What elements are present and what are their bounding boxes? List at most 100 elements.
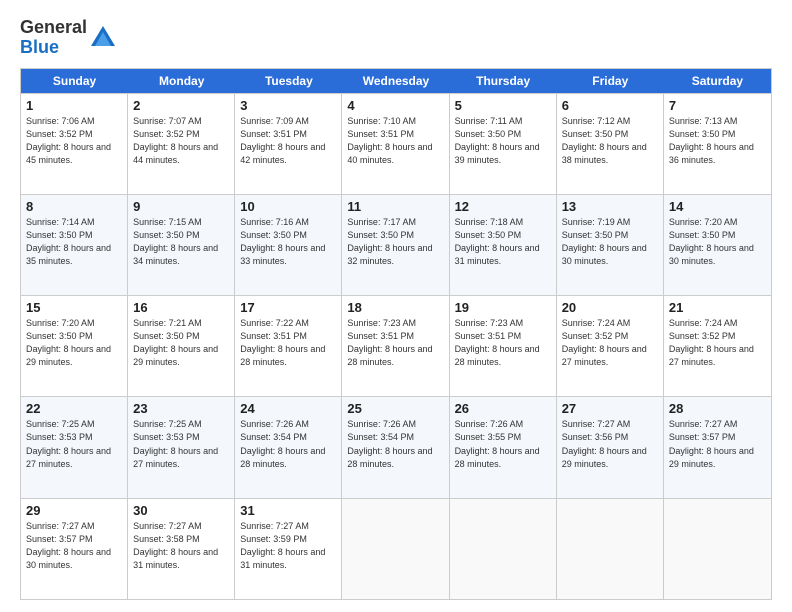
day-number: 22 bbox=[26, 401, 122, 416]
day-info: Sunrise: 7:24 AMSunset: 3:52 PMDaylight:… bbox=[562, 317, 658, 369]
day-number: 2 bbox=[133, 98, 229, 113]
calendar-cell: 3 Sunrise: 7:09 AMSunset: 3:51 PMDaylight… bbox=[235, 94, 342, 194]
day-info: Sunrise: 7:16 AMSunset: 3:50 PMDaylight:… bbox=[240, 216, 336, 268]
day-number: 27 bbox=[562, 401, 658, 416]
day-number: 11 bbox=[347, 199, 443, 214]
calendar-cell: 30 Sunrise: 7:27 AMSunset: 3:58 PMDayligh… bbox=[128, 499, 235, 599]
day-info: Sunrise: 7:24 AMSunset: 3:52 PMDaylight:… bbox=[669, 317, 766, 369]
calendar-cell: 23 Sunrise: 7:25 AMSunset: 3:53 PMDayligh… bbox=[128, 397, 235, 497]
calendar-cell: 7 Sunrise: 7:13 AMSunset: 3:50 PMDaylight… bbox=[664, 94, 771, 194]
calendar-cell: 14 Sunrise: 7:20 AMSunset: 3:50 PMDayligh… bbox=[664, 195, 771, 295]
calendar-cell: 20 Sunrise: 7:24 AMSunset: 3:52 PMDayligh… bbox=[557, 296, 664, 396]
day-info: Sunrise: 7:20 AMSunset: 3:50 PMDaylight:… bbox=[669, 216, 766, 268]
day-info: Sunrise: 7:26 AMSunset: 3:54 PMDaylight:… bbox=[240, 418, 336, 470]
day-number: 30 bbox=[133, 503, 229, 518]
calendar-cell bbox=[450, 499, 557, 599]
day-number: 28 bbox=[669, 401, 766, 416]
calendar-cell: 4 Sunrise: 7:10 AMSunset: 3:51 PMDaylight… bbox=[342, 94, 449, 194]
header-thursday: Thursday bbox=[450, 69, 557, 93]
day-info: Sunrise: 7:14 AMSunset: 3:50 PMDaylight:… bbox=[26, 216, 122, 268]
logo-general: General bbox=[20, 17, 87, 37]
day-number: 4 bbox=[347, 98, 443, 113]
calendar-cell bbox=[664, 499, 771, 599]
calendar-row-5: 29 Sunrise: 7:27 AMSunset: 3:57 PMDayligh… bbox=[21, 498, 771, 599]
calendar-cell: 17 Sunrise: 7:22 AMSunset: 3:51 PMDayligh… bbox=[235, 296, 342, 396]
calendar-cell: 9Sunrise: 7:15 AMSunset: 3:50 PMDaylight… bbox=[128, 195, 235, 295]
day-number: 3 bbox=[240, 98, 336, 113]
day-number: 1 bbox=[26, 98, 122, 113]
day-number: 18 bbox=[347, 300, 443, 315]
header-friday: Friday bbox=[557, 69, 664, 93]
calendar-cell: 6Sunrise: 7:12 AMSunset: 3:50 PMDaylight… bbox=[557, 94, 664, 194]
day-number: 14 bbox=[669, 199, 766, 214]
header-monday: Monday bbox=[128, 69, 235, 93]
calendar-cell: 2 Sunrise: 7:07 AMSunset: 3:52 PMDaylight… bbox=[128, 94, 235, 194]
header-saturday: Saturday bbox=[664, 69, 771, 93]
day-info: Sunrise: 7:21 AMSunset: 3:50 PMDaylight:… bbox=[133, 317, 229, 369]
day-info: Sunrise: 7:25 AMSunset: 3:53 PMDaylight:… bbox=[133, 418, 229, 470]
day-info: Sunrise: 7:27 AMSunset: 3:58 PMDaylight:… bbox=[133, 520, 229, 572]
day-number: 6 bbox=[562, 98, 658, 113]
day-info: Sunrise: 7:06 AMSunset: 3:52 PMDaylight:… bbox=[26, 115, 122, 167]
day-info: Sunrise: 7:27 AMSunset: 3:57 PMDaylight:… bbox=[669, 418, 766, 470]
calendar-cell: 29 Sunrise: 7:27 AMSunset: 3:57 PMDayligh… bbox=[21, 499, 128, 599]
day-number: 29 bbox=[26, 503, 122, 518]
calendar-cell: 13Sunrise: 7:19 AMSunset: 3:50 PMDayligh… bbox=[557, 195, 664, 295]
day-info: Sunrise: 7:20 AMSunset: 3:50 PMDaylight:… bbox=[26, 317, 122, 369]
day-info: Sunrise: 7:23 AMSunset: 3:51 PMDaylight:… bbox=[347, 317, 443, 369]
day-number: 19 bbox=[455, 300, 551, 315]
logo-icon bbox=[89, 24, 117, 52]
day-number: 15 bbox=[26, 300, 122, 315]
day-number: 21 bbox=[669, 300, 766, 315]
day-info: Sunrise: 7:27 AMSunset: 3:57 PMDaylight:… bbox=[26, 520, 122, 572]
day-info: Sunrise: 7:26 AMSunset: 3:54 PMDaylight:… bbox=[347, 418, 443, 470]
day-info: Sunrise: 7:27 AMSunset: 3:59 PMDaylight:… bbox=[240, 520, 336, 572]
day-number: 16 bbox=[133, 300, 229, 315]
calendar-cell: 12Sunrise: 7:18 AMSunset: 3:50 PMDayligh… bbox=[450, 195, 557, 295]
calendar-cell: 16 Sunrise: 7:21 AMSunset: 3:50 PMDayligh… bbox=[128, 296, 235, 396]
day-number: 9 bbox=[133, 199, 229, 214]
calendar-cell: 31Sunrise: 7:27 AMSunset: 3:59 PMDayligh… bbox=[235, 499, 342, 599]
calendar-cell: 26 Sunrise: 7:26 AMSunset: 3:55 PMDayligh… bbox=[450, 397, 557, 497]
day-info: Sunrise: 7:23 AMSunset: 3:51 PMDaylight:… bbox=[455, 317, 551, 369]
day-info: Sunrise: 7:17 AMSunset: 3:50 PMDaylight:… bbox=[347, 216, 443, 268]
calendar-cell: 19 Sunrise: 7:23 AMSunset: 3:51 PMDayligh… bbox=[450, 296, 557, 396]
calendar-cell bbox=[557, 499, 664, 599]
calendar-cell: 10 Sunrise: 7:16 AMSunset: 3:50 PMDayligh… bbox=[235, 195, 342, 295]
calendar-cell: 11 Sunrise: 7:17 AMSunset: 3:50 PMDayligh… bbox=[342, 195, 449, 295]
header-tuesday: Tuesday bbox=[235, 69, 342, 93]
day-info: Sunrise: 7:13 AMSunset: 3:50 PMDaylight:… bbox=[669, 115, 766, 167]
day-number: 17 bbox=[240, 300, 336, 315]
calendar-row-1: 1 Sunrise: 7:06 AMSunset: 3:52 PMDaylight… bbox=[21, 93, 771, 194]
day-number: 26 bbox=[455, 401, 551, 416]
day-info: Sunrise: 7:26 AMSunset: 3:55 PMDaylight:… bbox=[455, 418, 551, 470]
day-info: Sunrise: 7:27 AMSunset: 3:56 PMDaylight:… bbox=[562, 418, 658, 470]
calendar-row-3: 15 Sunrise: 7:20 AMSunset: 3:50 PMDayligh… bbox=[21, 295, 771, 396]
calendar-row-2: 8 Sunrise: 7:14 AMSunset: 3:50 PMDaylight… bbox=[21, 194, 771, 295]
day-info: Sunrise: 7:11 AMSunset: 3:50 PMDaylight:… bbox=[455, 115, 551, 167]
calendar-cell: 5 Sunrise: 7:11 AMSunset: 3:50 PMDaylight… bbox=[450, 94, 557, 194]
day-info: Sunrise: 7:07 AMSunset: 3:52 PMDaylight:… bbox=[133, 115, 229, 167]
day-number: 20 bbox=[562, 300, 658, 315]
logo: General Blue bbox=[20, 18, 117, 58]
header-wednesday: Wednesday bbox=[342, 69, 449, 93]
calendar-row-4: 22 Sunrise: 7:25 AMSunset: 3:53 PMDayligh… bbox=[21, 396, 771, 497]
day-number: 10 bbox=[240, 199, 336, 214]
day-number: 24 bbox=[240, 401, 336, 416]
day-info: Sunrise: 7:09 AMSunset: 3:51 PMDaylight:… bbox=[240, 115, 336, 167]
day-number: 8 bbox=[26, 199, 122, 214]
day-info: Sunrise: 7:22 AMSunset: 3:51 PMDaylight:… bbox=[240, 317, 336, 369]
day-number: 7 bbox=[669, 98, 766, 113]
day-number: 23 bbox=[133, 401, 229, 416]
calendar-cell: 8 Sunrise: 7:14 AMSunset: 3:50 PMDaylight… bbox=[21, 195, 128, 295]
calendar-cell: 24 Sunrise: 7:26 AMSunset: 3:54 PMDayligh… bbox=[235, 397, 342, 497]
logo-blue: Blue bbox=[20, 37, 59, 57]
day-info: Sunrise: 7:19 AMSunset: 3:50 PMDaylight:… bbox=[562, 216, 658, 268]
calendar-header: SundayMondayTuesdayWednesdayThursdayFrid… bbox=[21, 69, 771, 93]
day-number: 5 bbox=[455, 98, 551, 113]
day-info: Sunrise: 7:18 AMSunset: 3:50 PMDaylight:… bbox=[455, 216, 551, 268]
calendar-cell: 21 Sunrise: 7:24 AMSunset: 3:52 PMDayligh… bbox=[664, 296, 771, 396]
calendar-cell bbox=[342, 499, 449, 599]
day-info: Sunrise: 7:10 AMSunset: 3:51 PMDaylight:… bbox=[347, 115, 443, 167]
calendar-cell: 1 Sunrise: 7:06 AMSunset: 3:52 PMDaylight… bbox=[21, 94, 128, 194]
